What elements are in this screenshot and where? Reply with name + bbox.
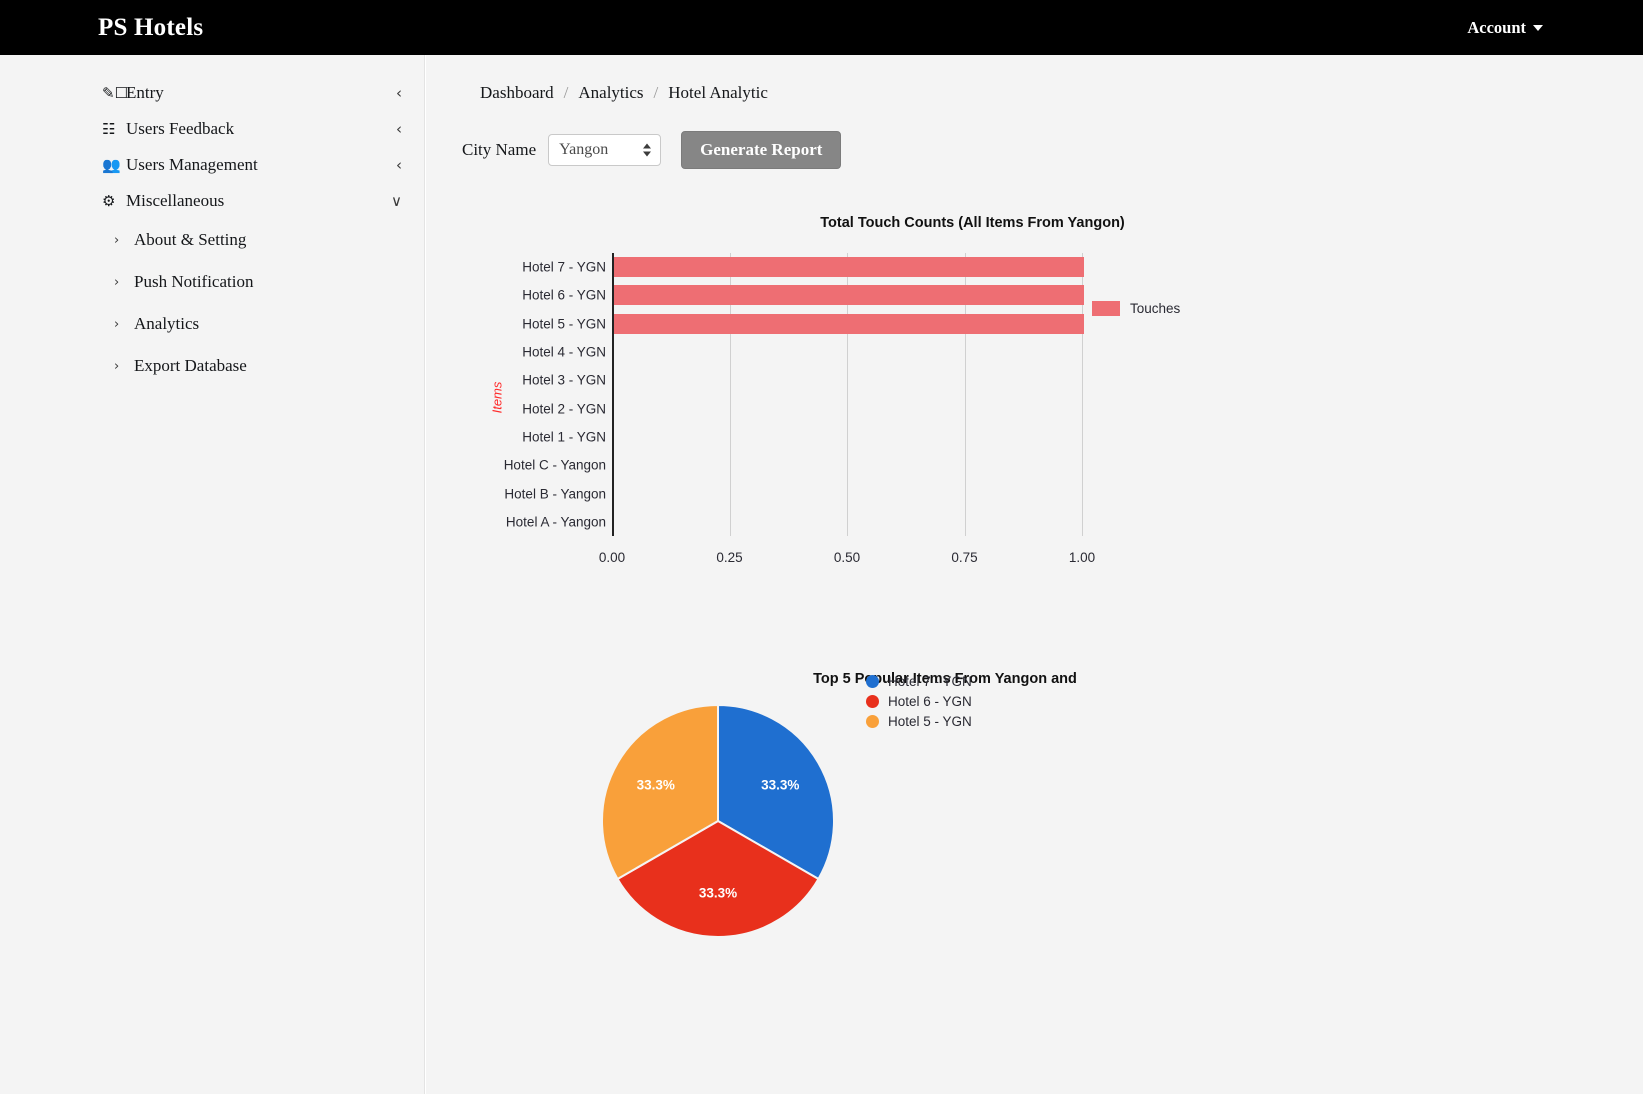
chevron-right-icon: › [114,316,120,332]
account-menu-button[interactable]: Account [1467,18,1543,38]
sidebar-subitem-label: Push Notification [134,272,254,291]
bar-chart-x-tick-label: 0.00 [598,550,626,565]
pie-chart-plot-area: 33.3% 33.3% 33.3% [602,705,834,937]
chevron-down-icon [1533,24,1543,31]
left-gutter [0,55,70,1094]
sidebar: ✎☐ Entry ‹ ☷ Users Feedback ‹ 👥 Users Ma… [70,55,425,1094]
pie-chart-value-label: 33.3% [698,885,738,901]
bar-chart-y-tick-label: Hotel 5 - YGN [522,316,606,332]
top-popular-items-pie-chart: Top 5 Popular Items From Yangon and 33.3… [426,663,1569,1063]
sidebar-item-label: Users Feedback [126,119,235,138]
top-navbar: PS Hotels Account [0,0,1643,55]
sidebar-subitem-label: About & Setting [134,230,247,249]
pie-chart-value-label: 33.3% [636,777,675,793]
bar-chart-bar[interactable] [613,257,1084,278]
bar-chart-y-tick-label: Hotel C - Yangon [503,457,606,473]
sidebar-item-label: Entry [126,83,164,102]
bar-chart-y-tick-label: Hotel 4 - YGN [522,344,606,360]
chevron-left-icon: ‹ [396,155,402,174]
sidebar-item-users-management[interactable]: 👥 Users Management ‹ [70,147,424,183]
bar-chart-y-tick-label: Hotel 1 - YGN [522,429,606,445]
chevron-left-icon: ‹ [396,119,402,138]
chevron-right-icon: › [114,358,120,374]
bar-chart-y-tick-label: Hotel 7 - YGN [522,259,606,275]
bar-chart-title: Total Touch Counts (All Items From Yango… [820,215,1125,231]
bar-chart-x-tick-label: 1.00 [1068,550,1096,565]
pie-chart-legend: Hotel 7 - YGN Hotel 6 - YGN Hotel 5 - YGN [866,671,972,731]
total-touch-counts-bar-chart: Total Touch Counts (All Items From Yango… [426,205,1569,635]
chevron-down-icon: ∨ [391,191,402,210]
sidebar-item-entry[interactable]: ✎☐ Entry ‹ [70,75,424,111]
sidebar-subitem-label: Analytics [134,314,200,333]
bar-chart-x-tick-label: 0.50 [833,550,861,565]
pie-chart-legend-item[interactable]: Hotel 6 - YGN [866,691,972,711]
city-name-selected-value: Yangon [559,141,609,158]
breadcrumb-separator: / [653,83,659,102]
sidebar-item-users-feedback[interactable]: ☷ Users Feedback ‹ [70,111,424,147]
select-stepper-icon [643,143,652,157]
users-group-icon: 👥 [102,157,121,174]
legend-label-touches: Touches [1130,301,1181,316]
chevron-left-icon: ‹ [396,83,402,102]
pie-chart-legend-dot [866,674,879,688]
breadcrumb: Dashboard / Analytics / Hotel Analytic [480,83,768,103]
pie-chart-legend-label: Hotel 7 - YGN [888,673,972,689]
breadcrumb-item-analytics[interactable]: Analytics [578,83,643,103]
bar-chart-bar-fill [613,313,1084,334]
pie-chart-legend-item[interactable]: Hotel 7 - YGN [866,671,972,691]
bar-chart-y-tick-label: Hotel B - Yangon [504,486,606,502]
pencil-square-icon: ✎☐ [102,85,129,102]
sidebar-item-label: Users Management [126,155,258,174]
pie-chart-legend-item[interactable]: Hotel 5 - YGN [866,711,972,731]
breadcrumb-item-dashboard[interactable]: Dashboard [480,83,554,103]
brand-logo[interactable]: PS Hotels [98,14,203,42]
bar-chart-x-tick-label: 0.75 [951,550,978,565]
bar-chart-y-tick-label: Hotel 3 - YGN [522,372,606,388]
bar-chart-bar-fill [613,257,1084,278]
sidebar-item-label: Miscellaneous [126,191,225,210]
pie-chart-legend-dot [866,714,879,728]
pie-chart-legend-label: Hotel 5 - YGN [888,713,972,729]
chevron-right-icon: › [114,232,120,248]
sidebar-item-about-setting[interactable]: › About & Setting [70,219,424,261]
sidebar-item-analytics[interactable]: › Analytics [70,303,424,345]
gears-icon: ⚙ [102,193,116,210]
bar-chart-y-tick-label: Hotel 2 - YGN [522,401,606,417]
bar-chart-y-tick-labels: Hotel 7 - YGN Hotel 6 - YGN Hotel 5 - YGN H… [426,253,606,536]
city-name-label: City Name [462,140,537,159]
pie-chart-legend-dot [866,694,879,708]
bar-chart-bar[interactable] [613,285,1084,306]
sidebar-nav: ✎☐ Entry ‹ ☷ Users Feedback ‹ 👥 Users Ma… [70,55,424,387]
main-content: Dashboard / Analytics / Hotel Analytic C… [426,55,1569,1094]
sidebar-item-export-database[interactable]: › Export Database [70,345,424,387]
list-box-icon: ☷ [102,121,116,138]
generate-report-button[interactable]: Generate Report [681,131,842,169]
bar-chart-bar-fill [613,285,1084,306]
sidebar-item-push-notification[interactable]: › Push Notification [70,261,424,303]
right-gutter [1569,55,1643,1094]
account-menu-label: Account [1467,17,1526,37]
chevron-right-icon: › [114,274,120,290]
bar-chart-plot-area [612,253,1084,536]
breadcrumb-item-hotel-analytic[interactable]: Hotel Analytic [668,83,768,103]
sidebar-subitem-label: Export Database [134,356,247,375]
legend-swatch-touches [1092,301,1120,316]
pie-chart-legend-label: Hotel 6 - YGN [888,693,972,709]
pie-chart-svg [602,705,834,937]
pie-chart-value-label: 33.3% [761,777,800,793]
bar-chart-y-tick-label: Hotel 6 - YGN [522,287,606,303]
report-filter-bar: City Name Yangon Generate Report [462,131,842,169]
bar-chart-bar[interactable] [613,313,1084,334]
bar-chart-x-tick-label: 0.25 [716,550,743,565]
sidebar-item-miscellaneous[interactable]: ⚙ Miscellaneous ∨ [70,183,424,219]
bar-chart-legend: Touches [1092,301,1180,316]
breadcrumb-separator: / [563,83,569,102]
bar-chart-y-tick-label: Hotel A - Yangon [505,514,606,530]
city-name-select[interactable]: Yangon [548,134,662,166]
